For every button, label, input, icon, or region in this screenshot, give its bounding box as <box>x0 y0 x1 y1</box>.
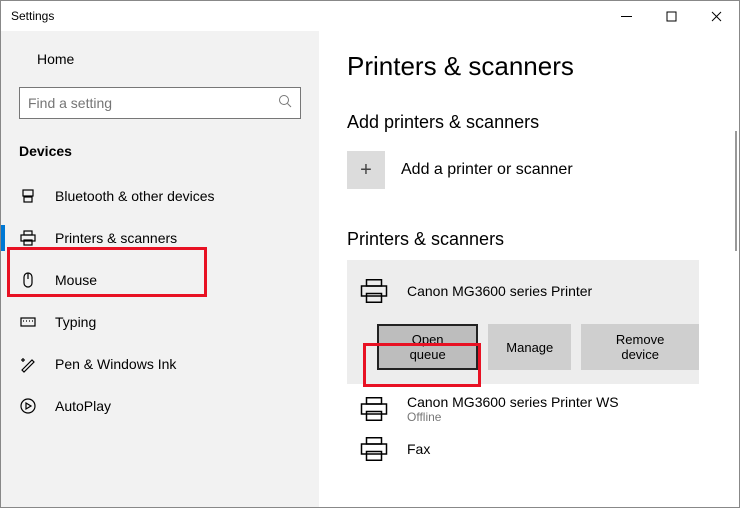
search-input[interactable] <box>28 95 278 111</box>
home-nav[interactable]: Home <box>1 45 319 73</box>
open-queue-button[interactable]: Open queue <box>377 324 478 370</box>
printer-icon <box>357 276 391 306</box>
sidebar-item-label: Printers & scanners <box>55 230 177 246</box>
sidebar-item-bluetooth[interactable]: Bluetooth & other devices <box>1 175 319 217</box>
device-name: Canon MG3600 series Printer <box>407 283 592 299</box>
window-title: Settings <box>11 9 54 23</box>
plus-icon: + <box>347 151 385 189</box>
active-indicator <box>1 225 5 251</box>
sidebar-item-label: AutoPlay <box>55 398 111 414</box>
sidebar-item-label: Pen & Windows Ink <box>55 356 176 372</box>
add-printer-label: Add a printer or scanner <box>401 161 573 179</box>
maximize-button[interactable] <box>649 1 694 31</box>
printer-icon <box>357 394 391 424</box>
sidebar-section-header: Devices <box>1 143 319 175</box>
remove-device-button[interactable]: Remove device <box>581 324 699 370</box>
manage-button[interactable]: Manage <box>488 324 571 370</box>
device-row[interactable]: Canon MG3600 series Printer WS Offline <box>347 384 739 424</box>
device-status: Offline <box>407 410 619 424</box>
titlebar: Settings <box>1 1 739 31</box>
search-input-wrap[interactable] <box>19 87 301 119</box>
add-section-title: Add printers & scanners <box>347 112 739 133</box>
device-name: Fax <box>407 441 430 457</box>
sidebar-item-label: Bluetooth & other devices <box>55 188 215 204</box>
sidebar-item-label: Mouse <box>55 272 97 288</box>
sidebar-item-printers[interactable]: Printers & scanners <box>1 217 319 259</box>
sidebar-item-mouse[interactable]: Mouse <box>1 259 319 301</box>
printer-icon <box>19 229 37 247</box>
main-content: Printers & scanners Add printers & scann… <box>319 31 739 507</box>
page-title: Printers & scanners <box>347 51 739 82</box>
device-card-selected[interactable]: Canon MG3600 series Printer Open queue M… <box>347 260 699 384</box>
mouse-icon <box>19 271 37 289</box>
home-label: Home <box>37 51 74 67</box>
keyboard-icon <box>19 313 37 331</box>
sidebar-item-typing[interactable]: Typing <box>1 301 319 343</box>
minimize-button[interactable] <box>604 1 649 31</box>
sidebar-item-pen[interactable]: Pen & Windows Ink <box>1 343 319 385</box>
sidebar: Home Devices Bluetooth & other devices P… <box>1 31 319 507</box>
printers-section-title: Printers & scanners <box>347 229 739 250</box>
autoplay-icon <box>19 397 37 415</box>
bluetooth-icon <box>19 187 37 205</box>
close-button[interactable] <box>694 1 739 31</box>
printer-icon <box>357 434 391 464</box>
sidebar-item-label: Typing <box>55 314 96 330</box>
device-row[interactable]: Fax <box>347 424 739 464</box>
sidebar-item-autoplay[interactable]: AutoPlay <box>1 385 319 427</box>
add-printer-button[interactable]: + Add a printer or scanner <box>347 151 739 189</box>
search-icon <box>278 94 292 113</box>
pen-icon <box>19 355 37 373</box>
device-name: Canon MG3600 series Printer WS <box>407 394 619 410</box>
scrollbar[interactable] <box>735 131 737 251</box>
